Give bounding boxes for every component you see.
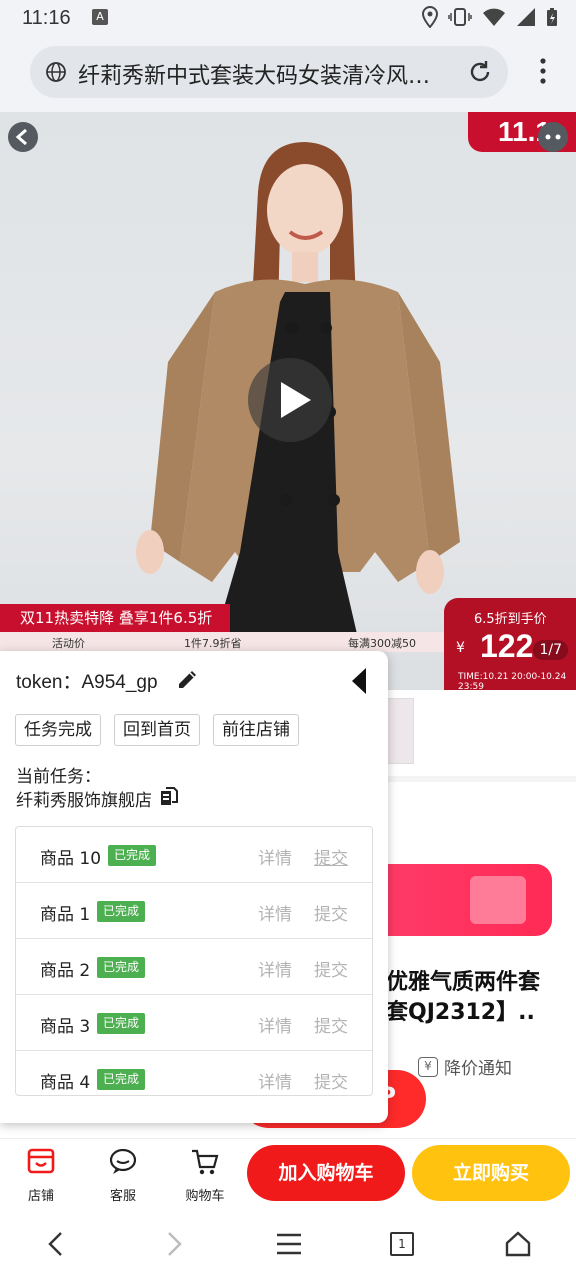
panel-actions: 任务完成 回到首页 前往店铺 <box>15 714 299 746</box>
item-name: 商品 4 <box>40 1073 91 1093</box>
current-task-shop: 纤莉秀服饰旗舰店 <box>16 791 152 811</box>
submit-link[interactable]: 提交 <box>314 844 348 869</box>
detail-link[interactable]: 详情 <box>258 900 292 925</box>
token-label: token： <box>16 672 82 693</box>
back-home-button[interactable]: 回到首页 <box>114 714 200 746</box>
forward-icon[interactable] <box>162 1230 186 1258</box>
status-badge: 已完成 <box>97 957 146 978</box>
buy-now-button[interactable]: 立即购买 <box>412 1145 570 1201</box>
product-title-line2: 套QJ2312】.. <box>386 1000 535 1025</box>
token-value: A954_gp <box>81 672 158 693</box>
back-circle-button[interactable] <box>8 122 38 152</box>
price-tag-icon: ¥ <box>418 1056 438 1077</box>
ellipsis-icon <box>545 134 561 140</box>
store-icon <box>27 1148 55 1174</box>
status-icons <box>422 6 558 28</box>
promo-timer: TIME:10.21 20:00-10.24 23:59 <box>458 672 567 690</box>
chevron-left-icon <box>15 128 27 146</box>
price-box: 6.5折到手价 ¥ 122 1/7 TIME:10.21 20:00-10.24… <box>444 598 576 690</box>
cart-icon <box>192 1149 219 1175</box>
task-row: 商品 3 已完成 详情 提交 <box>16 995 372 1051</box>
product-title-line1: 优雅气质两件套 <box>386 970 541 995</box>
signal-icon <box>517 8 535 26</box>
collapse-panel-icon[interactable] <box>350 667 368 695</box>
submit-link[interactable]: 提交 <box>314 956 348 981</box>
submit-link[interactable]: 提交 <box>314 1012 348 1037</box>
task-row: 商品 1 已完成 详情 提交 <box>16 883 372 939</box>
item-name: 商品 2 <box>40 961 91 981</box>
play-icon <box>281 382 311 418</box>
detail-link[interactable]: 详情 <box>258 1068 292 1093</box>
item-name: 商品 1 <box>40 905 91 925</box>
chat-service-icon <box>109 1148 137 1174</box>
tabs-count-icon[interactable]: 1 <box>390 1232 414 1256</box>
add-to-cart-button[interactable]: 加入购物车 <box>247 1145 405 1201</box>
submit-link[interactable]: 提交 <box>314 1068 348 1093</box>
go-shop-button[interactable]: 前往店铺 <box>213 714 299 746</box>
task-row: 商品 10 已完成 详情 提交 <box>16 827 372 883</box>
product-title: 优雅气质两件套 套QJ2312】.. <box>386 968 540 1028</box>
service-tab[interactable]: 客服 <box>93 1145 153 1204</box>
task-list: 商品 10 已完成 详情 提交 商品 1 已完成 详情 提交 商品 2 已完成 … <box>15 826 373 1096</box>
task-done-button[interactable]: 任务完成 <box>15 714 101 746</box>
promo-title: 双11热卖特降 叠享1件6.5折 <box>0 604 230 632</box>
status-badge: 已完成 <box>97 1069 146 1090</box>
status-bar: 11:16 A <box>0 0 576 36</box>
detail-link[interactable]: 详情 <box>258 844 292 869</box>
bottom-action-bar: 店铺 客服 购物车 加入购物车 立即购买 <box>0 1138 576 1210</box>
token-row: token：A954_gp <box>16 667 158 694</box>
detail-link[interactable]: 详情 <box>258 1012 292 1037</box>
overflow-menu-icon[interactable] <box>540 58 546 84</box>
status-badge: 已完成 <box>108 845 157 866</box>
service-label: 客服 <box>109 1189 136 1204</box>
browser-toolbar: 纤莉秀新中式套装大码女装清冷风优… <box>0 36 576 112</box>
globe-icon <box>46 62 66 82</box>
gift-icon <box>470 876 526 924</box>
system-nav-bar: 1 <box>0 1210 576 1280</box>
currency-symbol: ¥ <box>456 640 465 656</box>
task-panel: token：A954_gp 任务完成 回到首页 前往店铺 当前任务： 纤莉秀服饰… <box>0 651 388 1123</box>
promo-item: 每满300减50 <box>348 637 416 650</box>
detail-link[interactable]: 详情 <box>258 956 292 981</box>
task-row: 商品 4 已完成 详情 提交 <box>16 1051 372 1095</box>
store-tab[interactable]: 店铺 <box>11 1145 71 1204</box>
task-row: 商品 2 已完成 详情 提交 <box>16 939 372 995</box>
price-drop-notify[interactable]: ¥ 降价通知 <box>418 1054 512 1079</box>
status-badge: 已完成 <box>97 1013 146 1034</box>
product-hero-image[interactable]: 11.1 双11热卖特降 叠享1件6.5折 活动价 1件7.9折省 每满300减… <box>0 112 576 690</box>
home-icon[interactable] <box>504 1230 532 1258</box>
submit-link[interactable]: 提交 <box>314 900 348 925</box>
wifi-icon <box>483 8 505 26</box>
play-video-button[interactable] <box>248 358 332 442</box>
price-label: 6.5折到手价 <box>474 612 547 627</box>
store-label: 店铺 <box>27 1189 54 1204</box>
cart-tab[interactable]: 购物车 <box>175 1145 235 1204</box>
vibrate-icon <box>448 8 472 26</box>
current-task-label: 当前任务： <box>16 767 101 787</box>
status-time: 11:16 <box>22 7 71 29</box>
notify-label: 降价通知 <box>444 1059 512 1079</box>
item-name: 商品 3 <box>40 1017 91 1037</box>
screen: 11:16 A 纤莉秀新中式套装大码女装清冷风优… 11.1 双11热卖特降 叠… <box>0 0 576 1280</box>
page-title-url: 纤莉秀新中式套装大码女装清冷风优… <box>78 64 448 89</box>
address-bar[interactable]: 纤莉秀新中式套装大码女装清冷风优… <box>30 46 508 98</box>
status-badge: 已完成 <box>97 901 146 922</box>
reload-icon[interactable] <box>466 58 494 86</box>
image-counter: 1/7 <box>533 640 568 660</box>
cart-label: 购物车 <box>185 1189 225 1204</box>
promo-items: 活动价 1件7.9折省 每满300减50 <box>0 632 446 652</box>
price-amount: 122 <box>480 628 534 664</box>
promo-item: 活动价 <box>52 637 85 650</box>
back-icon[interactable] <box>44 1230 68 1258</box>
edit-pencil-icon[interactable] <box>176 667 200 691</box>
battery-icon <box>547 8 557 26</box>
location-icon <box>422 6 438 28</box>
menu-icon[interactable] <box>276 1230 302 1258</box>
more-circle-button[interactable] <box>538 122 568 152</box>
promo-item: 1件7.9折省 <box>184 637 242 650</box>
item-name: 商品 10 <box>40 849 102 869</box>
copy-icon[interactable] <box>160 787 178 807</box>
notification-app-icon: A <box>92 9 108 25</box>
